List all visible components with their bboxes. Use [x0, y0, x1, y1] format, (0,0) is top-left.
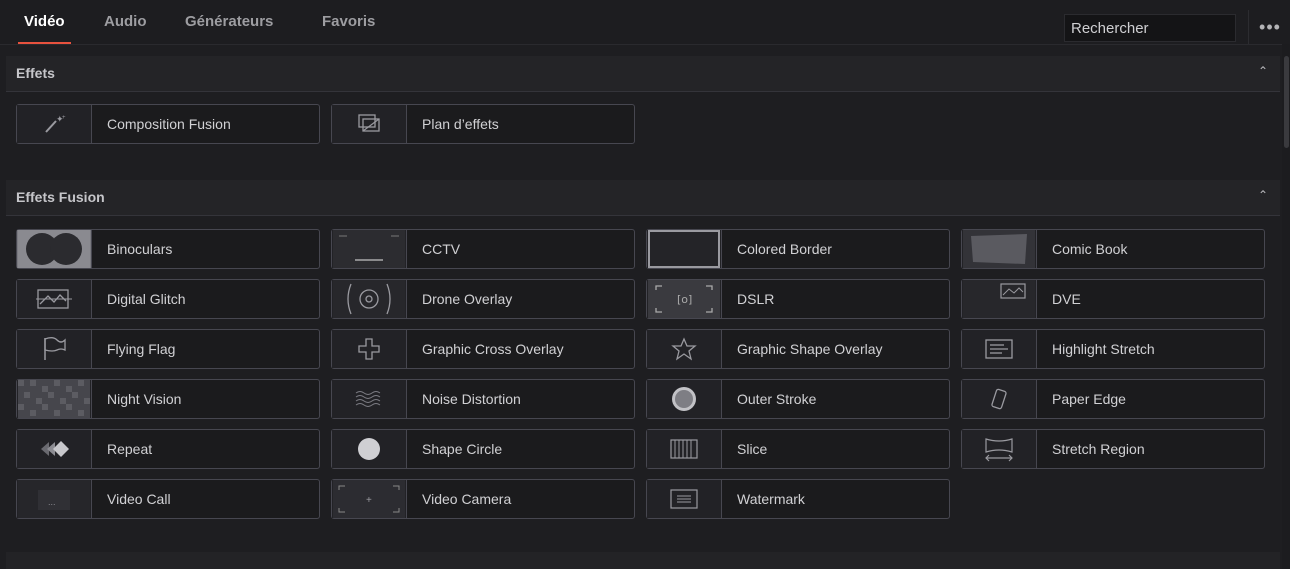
effect-card-night-vision[interactable]: Night Vision — [16, 379, 320, 419]
effect-label: Digital Glitch — [107, 291, 186, 307]
effect-label: Composition Fusion — [107, 116, 231, 132]
effect-card-dve[interactable]: DVE — [961, 279, 1265, 319]
effect-card-outer-stroke[interactable]: Outer Stroke — [646, 379, 950, 419]
paper-edge-icon — [962, 380, 1037, 418]
effects-library-tab-bar: Vidéo Audio Générateurs Favoris ••• — [0, 0, 1290, 45]
video-call-thumb: ... — [17, 480, 92, 518]
section-header-effets[interactable]: Effets ⌃ — [6, 56, 1280, 92]
effect-card-watermark[interactable]: Watermark — [646, 479, 950, 519]
effect-label: Slice — [737, 441, 768, 457]
effect-label: Noise Distortion — [422, 391, 521, 407]
binoculars-thumb — [17, 230, 92, 268]
effect-card-video-call[interactable]: ... Video Call — [16, 479, 320, 519]
svg-text:[o]: [o] — [677, 293, 692, 306]
circle-icon — [332, 430, 407, 468]
effect-card-paper-edge[interactable]: Paper Edge — [961, 379, 1265, 419]
effect-label: Plan d’effets — [422, 116, 499, 132]
svg-text:+: + — [366, 495, 372, 506]
outer-stroke-icon — [647, 380, 722, 418]
chevron-up-icon[interactable]: ⌃ — [1258, 64, 1268, 78]
effect-card-drone-overlay[interactable]: Drone Overlay — [331, 279, 635, 319]
effect-label: DSLR — [737, 291, 775, 307]
watermark-icon — [647, 480, 722, 518]
comic-book-thumb — [962, 230, 1037, 268]
star-icon — [647, 330, 722, 368]
effect-label: Colored Border — [737, 241, 832, 257]
section-title: Effets — [16, 65, 55, 81]
effect-card-comic-book[interactable]: Comic Book — [961, 229, 1265, 269]
search-input[interactable] — [1064, 14, 1236, 42]
effect-card-highlight-stretch[interactable]: Highlight Stretch — [961, 329, 1265, 369]
colored-border-thumb — [647, 230, 722, 268]
effect-card-shape-circle[interactable]: Shape Circle — [331, 429, 635, 469]
night-vision-thumb — [17, 380, 92, 418]
effect-label: Watermark — [737, 491, 805, 507]
effect-card-cctv[interactable]: CCTV — [331, 229, 635, 269]
tab-audio[interactable]: Audio — [92, 12, 159, 44]
effect-card-noise-distortion[interactable]: Noise Distortion — [331, 379, 635, 419]
effect-label: Video Call — [107, 491, 171, 507]
effect-card-binoculars[interactable]: Binoculars — [16, 229, 320, 269]
flag-icon — [17, 330, 92, 368]
svg-text:...: ... — [48, 497, 56, 507]
magic-wand-icon: ✦ + — [17, 105, 92, 143]
section-header-next[interactable] — [6, 552, 1280, 569]
effect-card-graphic-shape-overlay[interactable]: Graphic Shape Overlay — [646, 329, 950, 369]
effect-card-graphic-cross-overlay[interactable]: Graphic Cross Overlay — [331, 329, 635, 369]
effect-label: Highlight Stretch — [1052, 341, 1155, 357]
chevron-up-icon[interactable]: ⌃ — [1258, 188, 1268, 202]
cctv-thumb — [332, 230, 407, 268]
effect-label: Paper Edge — [1052, 391, 1126, 407]
dslr-thumb: [o] — [647, 280, 722, 318]
effect-card-flying-flag[interactable]: Flying Flag — [16, 329, 320, 369]
more-options-button[interactable]: ••• — [1248, 10, 1290, 44]
effect-label: Graphic Cross Overlay — [422, 341, 564, 357]
effect-label: Video Camera — [422, 491, 512, 507]
effect-label: Night Vision — [107, 391, 182, 407]
effect-label: Flying Flag — [107, 341, 176, 357]
effect-label: Graphic Shape Overlay — [737, 341, 883, 357]
section-header-effets-fusion[interactable]: Effets Fusion ⌃ — [6, 180, 1280, 216]
effect-label: DVE — [1052, 291, 1081, 307]
effect-label: Shape Circle — [422, 441, 503, 457]
effect-card-plan-effets[interactable]: Plan d’effets — [331, 104, 635, 144]
effect-label: CCTV — [422, 241, 461, 257]
dve-thumb — [962, 280, 1037, 318]
video-camera-thumb: + — [332, 480, 407, 518]
effect-label: Drone Overlay — [422, 291, 513, 307]
effect-card-slice[interactable]: Slice — [646, 429, 950, 469]
effect-card-digital-glitch[interactable]: Digital Glitch — [16, 279, 320, 319]
effect-label: Stretch Region — [1052, 441, 1145, 457]
tab-generators[interactable]: Générateurs — [173, 12, 285, 44]
tab-video[interactable]: Vidéo — [12, 12, 77, 44]
effect-label: Outer Stroke — [737, 391, 817, 407]
cross-icon — [332, 330, 407, 368]
highlight-stretch-icon — [962, 330, 1037, 368]
tab-favorites[interactable]: Favoris — [310, 12, 387, 44]
effect-label: Repeat — [107, 441, 153, 457]
section-title: Effets Fusion — [16, 189, 105, 205]
digital-glitch-thumb — [17, 280, 92, 318]
effect-card-repeat[interactable]: Repeat — [16, 429, 320, 469]
effect-label: Comic Book — [1052, 241, 1128, 257]
effect-card-composition-fusion[interactable]: ✦ + Composition Fusion — [16, 104, 320, 144]
slice-icon — [647, 430, 722, 468]
effect-card-stretch-region[interactable]: Stretch Region — [961, 429, 1265, 469]
drone-overlay-thumb — [332, 280, 407, 318]
stretch-region-icon — [962, 430, 1037, 468]
svg-text:+: + — [62, 115, 66, 121]
effect-card-dslr[interactable]: [o] DSLR — [646, 279, 950, 319]
effect-card-video-camera[interactable]: + Video Camera — [331, 479, 635, 519]
adjustment-layer-icon — [332, 105, 407, 143]
noise-distortion-icon — [332, 380, 407, 418]
repeat-icon — [17, 430, 92, 468]
effect-label: Binoculars — [107, 241, 173, 257]
effect-card-colored-border[interactable]: Colored Border — [646, 229, 950, 269]
scrollbar-thumb[interactable] — [1284, 56, 1289, 148]
